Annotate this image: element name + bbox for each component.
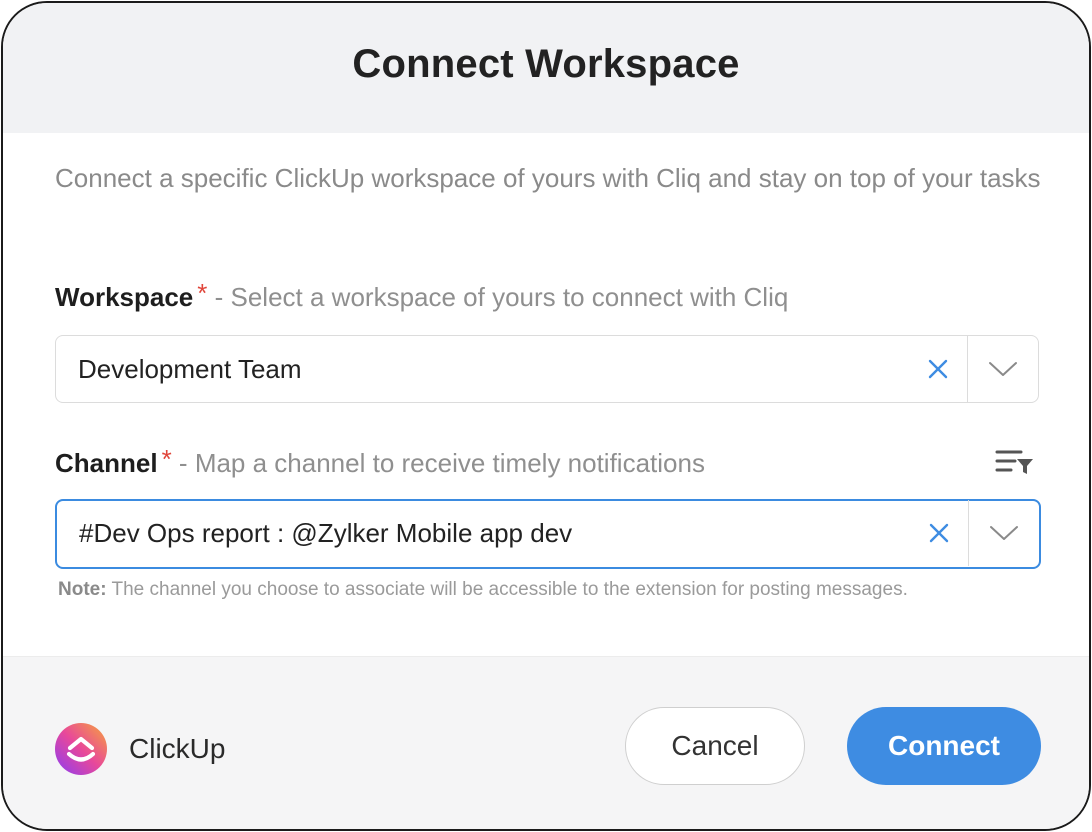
channel-filter-button[interactable]	[993, 445, 1037, 479]
note-text: The channel you choose to associate will…	[106, 579, 908, 600]
dialog-footer: ClickUp Cancel Connect	[3, 656, 1089, 829]
channel-hint: Map a channel to receive timely notifica…	[194, 448, 705, 478]
close-icon	[929, 523, 949, 543]
required-marker: *	[197, 278, 208, 308]
close-icon	[928, 359, 948, 379]
brand-name: ClickUp	[129, 733, 226, 764]
channel-select[interactable]: #Dev Ops report : @Zylker Mobile app dev	[55, 499, 1041, 569]
workspace-dropdown-button[interactable]	[968, 336, 1038, 402]
workspace-clear-button[interactable]	[922, 353, 954, 385]
channel-note: Note: The channel you choose to associat…	[58, 577, 908, 603]
dialog-description: Connect a specific ClickUp workspace of …	[55, 163, 1041, 193]
workspace-separator: -	[207, 282, 231, 312]
workspace-select-value: Development Team	[78, 354, 302, 384]
brand: ClickUp	[55, 723, 225, 775]
note-label: Note:	[58, 579, 107, 600]
chevron-down-icon	[990, 526, 1018, 540]
channel-separator: -	[171, 448, 195, 478]
clickup-logo-icon	[55, 723, 107, 775]
filter-list-icon	[995, 450, 1033, 474]
channel-clear-button[interactable]	[923, 517, 955, 549]
workspace-label: Workspace	[55, 282, 194, 312]
workspace-field-label: Workspace * - Select a workspace of yours…	[55, 278, 789, 313]
dialog-body: Connect a specific ClickUp workspace of …	[3, 133, 1089, 657]
dialog-header: Connect Workspace	[3, 3, 1089, 133]
required-marker: *	[161, 444, 172, 474]
channel-select-value: #Dev Ops report : @Zylker Mobile app dev	[79, 518, 573, 548]
chevron-down-icon	[989, 362, 1017, 376]
workspace-select[interactable]: Development Team	[55, 335, 1039, 403]
channel-label: Channel	[55, 448, 158, 478]
channel-field-label: Channel * - Map a channel to receive time…	[55, 444, 705, 479]
connect-button[interactable]: Connect	[847, 707, 1041, 785]
channel-dropdown-button[interactable]	[969, 500, 1039, 566]
workspace-hint: Select a workspace of yours to connect w…	[230, 282, 789, 312]
cancel-button[interactable]: Cancel	[625, 707, 805, 785]
connect-workspace-dialog: Connect Workspace Connect a specific Cli…	[1, 1, 1091, 831]
dialog-title: Connect Workspace	[352, 41, 740, 86]
